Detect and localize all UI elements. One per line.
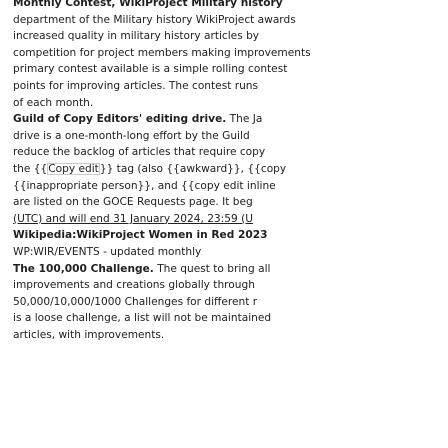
list-item-line: improvements and creations globally thro… [13,277,448,293]
list-item-text: of each month. [13,96,94,109]
template-tag-box[interactable]: Copy edit [47,163,100,175]
list-item-text: The Ja [226,113,263,126]
list-item-text: primary contest available is a simple ro… [13,63,288,76]
list-item-line: of each month. [13,95,448,111]
list-item-title[interactable]: Wikipedia:WikiProject Women in Red 2023 [13,229,267,241]
list-item-line: department of the Military history WikiP… [13,12,448,28]
list-item-text: the {{ [13,163,48,175]
list-item-line: Guild of Copy Editors' editing drive. Th… [13,111,448,127]
list-item-line: drive is a one-month-long effort by the … [13,128,448,144]
list-item-line: primary contest available is a simple ro… [13,61,448,77]
list-item-line: Wikipedia:WikiProject Women in Red 2023 [13,227,448,243]
list-item-text: reduce the backlog of articles that requ… [13,146,266,159]
list-item-text: drive is a one-month-long effort by the … [13,129,250,142]
list-item-title[interactable]: The 100,000 Challenge. [13,263,154,275]
wikipedia-contest-list-page: Monthly Contest, WikiProject Military hi… [0,0,448,448]
bottom-fade [0,418,448,448]
list-item-line: {{inappropriate person}}, and {{copy edi… [13,178,448,194]
list-item-line: WP:WIR/EVENTS - updated monthly [13,244,448,260]
list-item-line: points for improving articles. The conte… [13,78,448,94]
list-item-text: are listed on the GOCE Requests page. It… [13,196,253,209]
list-item-text: {{inappropriate person}}, and {{copy edi… [13,179,276,192]
list-item-line: the {{Copy edit}} tag (also {{awkward}},… [13,161,448,177]
list-item-text: increased quality in military history ar… [13,30,260,43]
list-item-line: Monthly Contest, WikiProject Military hi… [13,0,448,11]
list-item-text: WP:WIR/EVENTS - updated monthly [13,246,202,258]
list-item-text: (UTC) and will end 31 January 2024, 23:5… [13,212,253,225]
list-item-line: competition for project members making i… [13,45,448,61]
list-item-line: The 100,000 Challenge. The quest to brin… [13,261,448,277]
list-item-text: }} tag (also {{awkward}}, {{copy [99,163,287,175]
list-item-text: 50,000/10,000/1000 Challenges for differ… [13,295,258,308]
list-item-title[interactable]: Guild of Copy Editors' editing drive. [13,113,226,125]
list-item-text: department of the Military history WikiP… [13,13,296,26]
list-item-line: (UTC) and will end 31 January 2024, 23:5… [13,211,448,227]
list-item-line: are listed on the GOCE Requests page. It… [13,194,448,210]
list-item-text: competition for project members making i… [13,46,311,59]
list-item-text: is a loose challenge, a list will not be… [13,312,272,325]
list-item-line: increased quality in military history ar… [13,28,448,44]
list-item-text: The quest to bring all [153,262,271,275]
list-item-line: reduce the backlog of articles that requ… [13,144,448,160]
list-item-title[interactable]: Monthly Contest, WikiProject Military hi… [13,0,283,9]
list-item-line: is a loose challenge, a list will not be… [13,310,448,326]
list-item-text: points for improving articles. The conte… [13,80,259,92]
list-item-text: articles, with improvements. [13,329,165,341]
list-item-line: articles, with improvements. [13,327,448,343]
list-item-line: 50,000/10,000/1000 Challenges for differ… [13,294,448,310]
list-item-text: improvements and creations globally thro… [13,279,255,292]
